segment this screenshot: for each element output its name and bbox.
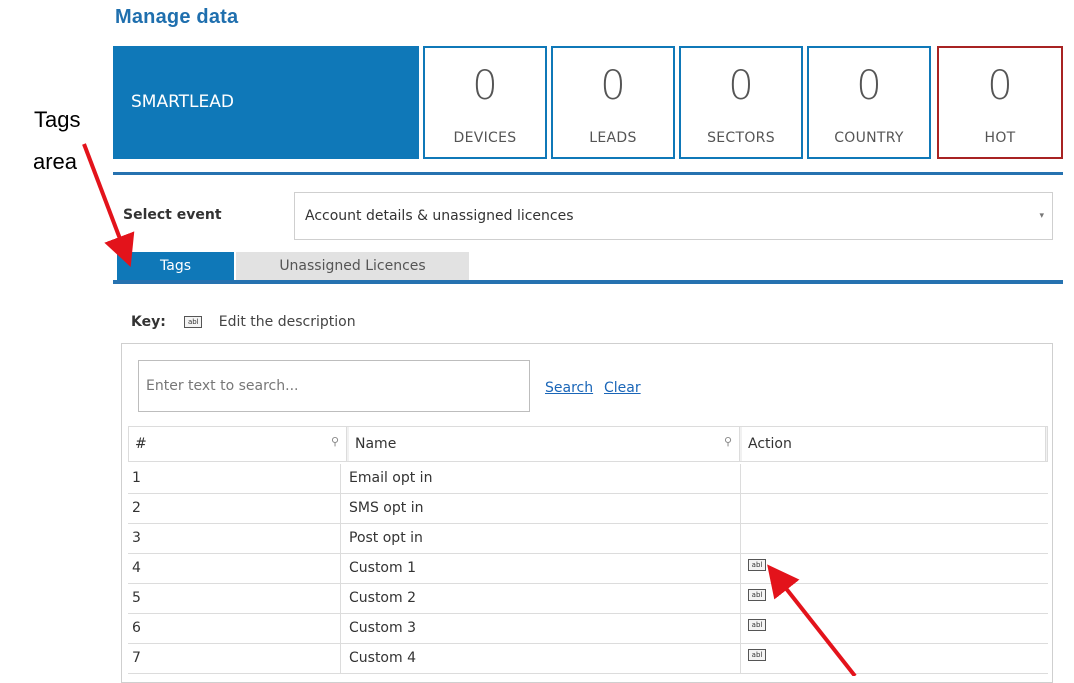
edit-description-icon[interactable]: abl — [748, 559, 766, 571]
stat-value: 0 — [856, 63, 882, 109]
stat-label: DEVICES — [453, 130, 517, 146]
cell-number: 7 — [132, 650, 141, 666]
cell-number: 5 — [132, 590, 141, 606]
stat-label: HOT — [984, 130, 1016, 146]
select-event-label: Select event — [123, 207, 222, 223]
cell-action: abl — [740, 644, 1048, 673]
stat-value: 0 — [472, 63, 498, 109]
table-row: 4 Custom 1 abl — [128, 554, 1048, 584]
tags-grid: Enter text to search... Search Clear # ⚲… — [121, 343, 1053, 683]
stat-label: LEADS — [589, 130, 637, 146]
table-row: 6 Custom 3 abl — [128, 614, 1048, 644]
table-row: 5 Custom 2 abl — [128, 584, 1048, 614]
stat-value: 0 — [600, 63, 626, 109]
edit-description-icon: abl — [184, 316, 203, 328]
search-button[interactable]: Search — [545, 380, 593, 396]
cell-action — [740, 494, 1048, 523]
annotation-label: area — [33, 149, 78, 174]
brand-tile: SMARTLEAD — [113, 46, 419, 159]
table-row: 7 Custom 4 abl — [128, 644, 1048, 674]
cell-action — [740, 464, 1048, 493]
filter-icon[interactable]: ⚲ — [724, 425, 732, 459]
cell-number: 3 — [132, 530, 141, 546]
stat-devices[interactable]: 0 DEVICES — [423, 46, 547, 159]
key-label: Key: — [131, 314, 166, 330]
chevron-down-icon: ▾ — [1039, 211, 1044, 221]
cell-action: abl — [740, 584, 1048, 613]
cell-number: 2 — [132, 500, 141, 516]
stat-value: 0 — [987, 63, 1013, 109]
edit-description-icon[interactable]: abl — [748, 589, 766, 601]
cell-name: Custom 2 — [340, 584, 740, 613]
stat-value: 0 — [728, 63, 754, 109]
event-select[interactable]: Account details & unassigned licences ▾ — [294, 192, 1053, 240]
cell-number: 4 — [132, 560, 141, 576]
key-description: Edit the description — [218, 314, 356, 330]
column-header-label: Action — [748, 436, 792, 452]
cell-name: Email opt in — [340, 464, 740, 493]
tab-underline — [113, 280, 1063, 284]
tab-unassigned-licences[interactable]: Unassigned Licences — [236, 252, 469, 280]
cell-number: 1 — [132, 470, 141, 486]
cell-name: Custom 3 — [340, 614, 740, 643]
stat-country[interactable]: 0 COUNTRY — [807, 46, 931, 159]
cell-number: 6 — [132, 620, 141, 636]
stat-hot[interactable]: 0 HOT — [937, 46, 1063, 159]
stat-sectors[interactable]: 0 SECTORS — [679, 46, 803, 159]
tab-tags[interactable]: Tags — [117, 252, 234, 280]
stat-label: SECTORS — [707, 130, 775, 146]
event-select-value: Account details & unassigned licences — [305, 208, 574, 224]
cell-name: SMS opt in — [340, 494, 740, 523]
page-title: Manage data — [115, 6, 239, 28]
table-row: 1 Email opt in — [128, 464, 1048, 494]
column-header-action: Action — [742, 427, 1046, 461]
divider — [113, 172, 1063, 175]
table-row: 3 Post opt in — [128, 524, 1048, 554]
arrow-to-tags-tab — [82, 143, 135, 267]
annotation-label: Tags — [34, 107, 81, 132]
stat-leads[interactable]: 0 LEADS — [551, 46, 675, 159]
column-header-name[interactable]: Name ⚲ — [349, 427, 740, 461]
cell-action — [740, 524, 1048, 553]
edit-description-icon[interactable]: abl — [748, 619, 766, 631]
grid-header: # ⚲ Name ⚲ Action — [128, 426, 1048, 462]
search-input[interactable]: Enter text to search... — [138, 360, 530, 412]
stat-label: COUNTRY — [834, 130, 904, 146]
clear-button[interactable]: Clear — [604, 380, 641, 396]
filter-icon[interactable]: ⚲ — [331, 425, 339, 459]
cell-action: abl — [740, 554, 1048, 583]
brand-name: SMARTLEAD — [131, 92, 234, 112]
column-header-label: # — [135, 436, 147, 452]
cell-name: Post opt in — [340, 524, 740, 553]
key-legend: Key: abl Edit the description — [131, 314, 356, 330]
cell-name: Custom 1 — [340, 554, 740, 583]
stats-banner: SMARTLEAD 0 DEVICES 0 LEADS 0 SECTORS 0 … — [113, 46, 1063, 159]
cell-name: Custom 4 — [340, 644, 740, 673]
column-header-label: Name — [355, 436, 397, 452]
cell-action: abl — [740, 614, 1048, 643]
edit-description-icon[interactable]: abl — [748, 649, 766, 661]
table-row: 2 SMS opt in — [128, 494, 1048, 524]
column-header-number[interactable]: # ⚲ — [129, 427, 347, 461]
